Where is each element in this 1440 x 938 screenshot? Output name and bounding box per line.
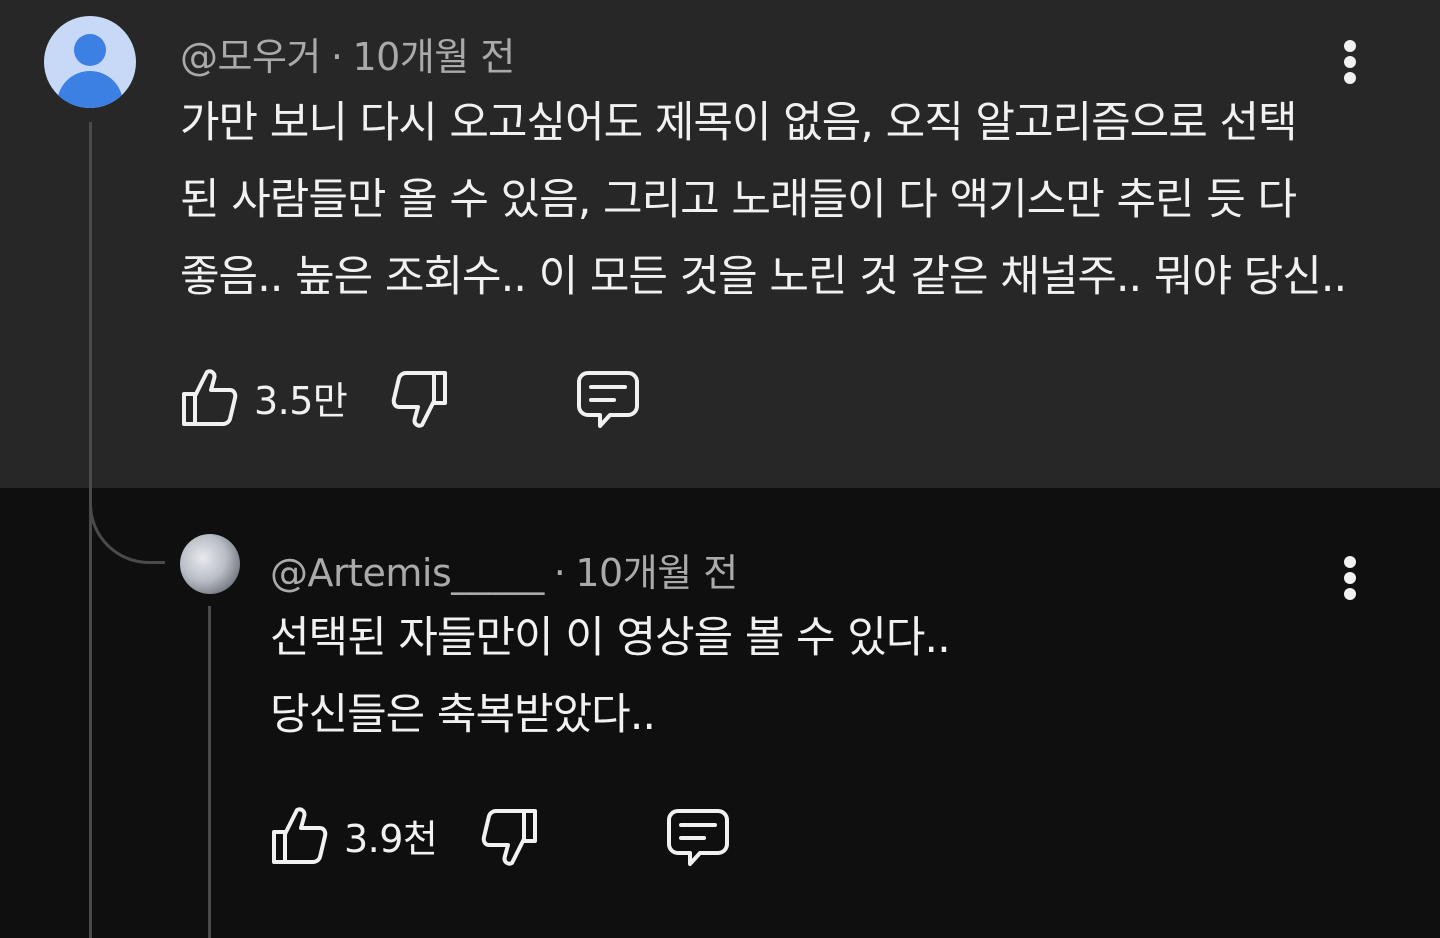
more-dot — [1344, 572, 1356, 584]
comment-time[interactable]: 10개월 전 — [352, 35, 515, 79]
reply-button[interactable] — [576, 369, 640, 431]
comment-header: @모우거 · 10개월 전 — [180, 26, 515, 81]
meta-separator: · — [330, 35, 343, 79]
more-dot — [1344, 40, 1356, 52]
more-dot — [1344, 588, 1356, 600]
reply-thread-line — [208, 606, 211, 938]
comment-body: 가만 보니 다시 오고싶어도 제목이 없음, 오직 알고리즘으로 선택 된 사람… — [180, 85, 1347, 316]
comment-line: 선택된 자들만이 이 영상을 볼 수 있다.. — [270, 613, 951, 663]
dislike-button[interactable] — [481, 807, 539, 869]
like-count: 3.9천 — [344, 816, 438, 861]
thumbs-down-icon — [481, 809, 537, 866]
comment-icon — [667, 809, 729, 866]
more-dot — [1344, 556, 1356, 568]
user-head-icon — [74, 34, 106, 66]
comment-line: 좋음.. 높은 조회수.. 이 모든 것을 노린 것 같은 채널주.. 뭐야 당… — [180, 252, 1347, 302]
like-button[interactable]: 3.9천 — [270, 804, 438, 866]
comment-body: 선택된 자들만이 이 영상을 볼 수 있다.. 당신들은 축복받았다.. — [270, 600, 951, 754]
thumbs-up-icon — [272, 807, 328, 864]
avatar[interactable] — [180, 534, 240, 594]
like-button[interactable]: 3.5만 — [180, 366, 348, 428]
meta-separator: · — [553, 551, 566, 595]
user-body-icon — [57, 71, 123, 108]
comment-author[interactable]: @Artemis_____ — [270, 551, 544, 595]
like-count: 3.5만 — [254, 378, 348, 423]
dislike-button[interactable] — [391, 369, 449, 431]
thumbs-up-icon — [182, 369, 238, 426]
reply-button[interactable] — [666, 807, 730, 869]
comment-author[interactable]: @모우거 — [180, 35, 321, 79]
thread-line — [89, 122, 92, 938]
comment-icon — [577, 371, 639, 428]
more-options-button[interactable] — [1338, 32, 1362, 92]
more-options-button[interactable] — [1338, 548, 1362, 608]
comment-line: 된 사람들만 올 수 있음, 그리고 노래들이 다 액기스만 추린 듯 다 — [180, 175, 1297, 225]
thread-connector — [89, 440, 165, 564]
thumbs-down-icon — [391, 371, 447, 428]
comment-time[interactable]: 10개월 전 — [575, 551, 738, 595]
comment-line: 당신들은 축복받았다.. — [270, 690, 656, 740]
more-dot — [1344, 56, 1356, 68]
comment-line: 가만 보니 다시 오고싶어도 제목이 없음, 오직 알고리즘으로 선택 — [180, 98, 1298, 148]
comment-header: @Artemis_____ · 10개월 전 — [270, 542, 738, 597]
avatar[interactable] — [44, 16, 136, 108]
more-dot — [1344, 72, 1356, 84]
